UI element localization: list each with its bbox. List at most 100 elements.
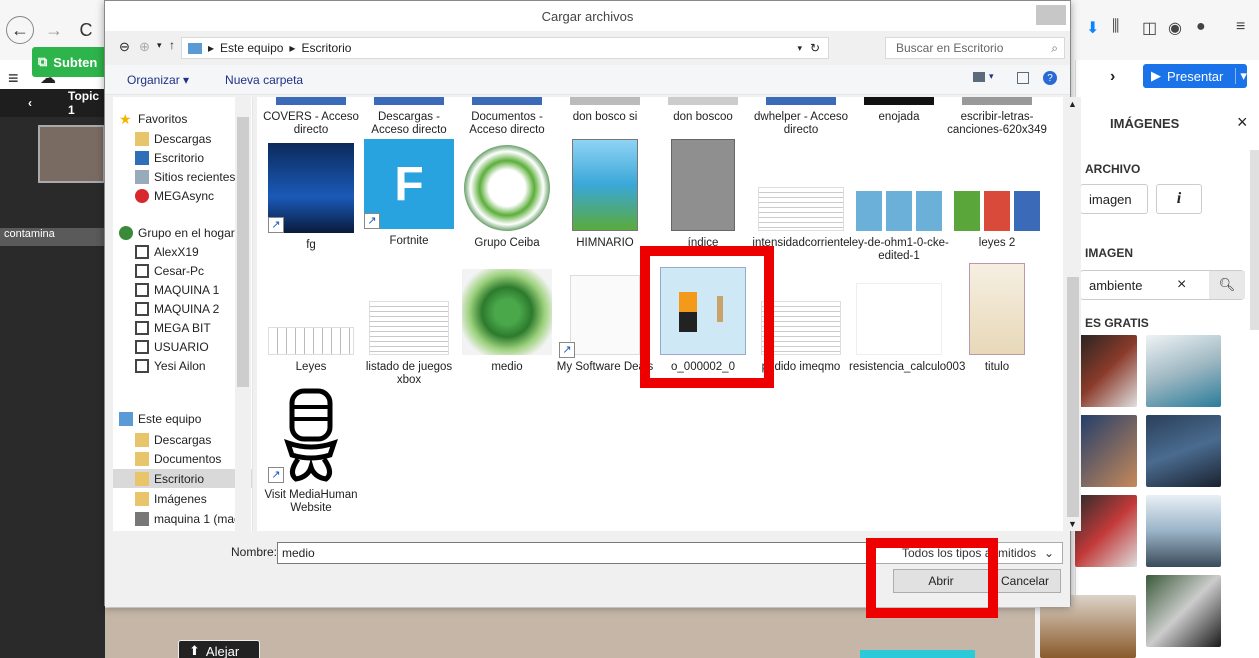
clear-icon[interactable]: × bbox=[1177, 276, 1186, 294]
breadcrumb-item[interactable]: Este equipo bbox=[220, 41, 283, 55]
nav-user[interactable]: USUARIO bbox=[135, 337, 209, 356]
file-item[interactable]: COVERS - Acceso directo bbox=[261, 97, 361, 137]
file-item[interactable]: leyes 2 bbox=[947, 139, 1047, 250]
chevron-right-icon[interactable]: › bbox=[1110, 68, 1115, 86]
file-item[interactable]: ley-de-ohm1-0-cke-edited-1 bbox=[849, 139, 949, 263]
nav-escritorio-selected[interactable]: Escritorio bbox=[113, 469, 252, 488]
chevron-down-icon[interactable]: ▾ bbox=[1235, 68, 1247, 84]
nav-grupo-hogar[interactable]: Grupo en el hogar bbox=[119, 223, 235, 242]
nav-maquina[interactable]: maquina 1 (mac bbox=[135, 509, 240, 528]
file-item[interactable]: ↗ fg bbox=[261, 139, 361, 252]
file-item[interactable]: titulo bbox=[947, 263, 1047, 374]
zoom-out-button[interactable]: ⬆ Alejar bbox=[178, 640, 260, 658]
topic-bar[interactable]: ‹ Topic 1 bbox=[0, 89, 105, 117]
image-thumb[interactable] bbox=[1146, 575, 1221, 647]
view-dropdown-icon[interactable]: ▾ bbox=[989, 71, 994, 82]
account-icon[interactable]: ◉ bbox=[1168, 18, 1182, 38]
scroll-down-icon[interactable]: ▼ bbox=[1068, 519, 1077, 529]
slide-thumbnail[interactable] bbox=[38, 125, 105, 183]
file-scrollbar[interactable]: ▲ ▼ bbox=[1065, 97, 1081, 531]
sidebar-icon[interactable]: ◫ bbox=[1142, 18, 1157, 38]
nav-descargas[interactable]: Descargas bbox=[135, 129, 211, 148]
back-icon[interactable]: ⊖ bbox=[119, 39, 130, 55]
cancel-button[interactable]: Cancelar bbox=[989, 569, 1061, 593]
nav-user[interactable]: MAQUINA 2 bbox=[135, 299, 219, 318]
file-item[interactable]: Leyes bbox=[261, 263, 361, 374]
image-thumb[interactable] bbox=[1075, 495, 1137, 567]
file-item[interactable]: don bosco si bbox=[555, 97, 655, 124]
nav-documentos[interactable]: Documentos bbox=[135, 449, 221, 468]
image-search-field[interactable]: ambiente × 🔍︎ bbox=[1080, 270, 1245, 300]
address-dropdown-icon[interactable]: ▾ bbox=[797, 43, 802, 54]
user-icon bbox=[135, 339, 149, 354]
new-folder-button[interactable]: Nueva carpeta bbox=[225, 73, 303, 87]
preview-pane-icon[interactable] bbox=[1017, 72, 1029, 84]
recent-dropdown-icon[interactable]: ▾ bbox=[157, 40, 162, 51]
image-thumb[interactable] bbox=[1075, 335, 1137, 407]
filename-input[interactable]: medio bbox=[277, 542, 867, 564]
nav-user[interactable]: Yesi Ailon bbox=[135, 356, 206, 375]
forward-button[interactable]: → bbox=[40, 16, 68, 44]
dialog-close-button[interactable] bbox=[1036, 5, 1066, 25]
image-thumb[interactable] bbox=[1075, 415, 1137, 487]
file-item[interactable]: don boscoo bbox=[653, 97, 753, 124]
help-icon[interactable]: ? bbox=[1043, 71, 1057, 85]
file-item[interactable]: enojada bbox=[849, 97, 949, 124]
library-icon[interactable]: ⫼ bbox=[1112, 18, 1119, 36]
breadcrumb-item[interactable]: Escritorio bbox=[301, 41, 351, 55]
file-item[interactable]: dwhelper - Acceso directo bbox=[751, 97, 851, 137]
image-thumb[interactable] bbox=[1146, 495, 1221, 567]
address-bar[interactable]: ▸ Este equipo ▸ Escritorio ▾ ↻ bbox=[181, 37, 829, 59]
organize-button[interactable]: Organizar ▾ bbox=[127, 73, 189, 87]
nav-imagenes[interactable]: Imágenes bbox=[135, 489, 207, 508]
dialog-titlebar[interactable]: Cargar archivos bbox=[105, 1, 1070, 31]
up-icon[interactable]: ↑ bbox=[169, 38, 175, 52]
image-thumb[interactable] bbox=[1146, 415, 1221, 487]
download-icon[interactable]: ⬇ bbox=[1086, 18, 1099, 38]
nav-este-equipo[interactable]: Este equipo bbox=[119, 409, 201, 428]
search-field[interactable]: Buscar en Escritorio ⌕ bbox=[885, 37, 1065, 59]
nav-scroll-thumb[interactable] bbox=[237, 117, 249, 387]
refresh-icon[interactable]: ↻ bbox=[810, 41, 820, 55]
menu-icon[interactable]: ≡ bbox=[1236, 18, 1245, 36]
nav-user[interactable]: MAQUINA 1 bbox=[135, 280, 219, 299]
info-icon[interactable]: i bbox=[1156, 184, 1202, 214]
nav-user[interactable]: AlexX19 bbox=[135, 242, 199, 261]
nav-escritorio[interactable]: Escritorio bbox=[135, 148, 204, 167]
file-item[interactable]: Descargas - Acceso directo bbox=[359, 97, 459, 137]
search-icon[interactable]: 🔍︎ bbox=[1209, 271, 1245, 299]
chevron-left-icon[interactable]: ‹ bbox=[28, 96, 32, 110]
subtitle-button[interactable]: ⧉ Subten bbox=[32, 47, 112, 77]
upload-image-button[interactable]: imagen bbox=[1080, 184, 1148, 214]
image-thumb[interactable] bbox=[1146, 335, 1221, 407]
file-item[interactable]: listado de juegos xbox bbox=[359, 263, 459, 387]
file-item[interactable]: ↗ Visit MediaHuman Website bbox=[261, 387, 361, 515]
view-options-icon[interactable] bbox=[973, 72, 985, 82]
nav-megasync[interactable]: MEGAsync bbox=[135, 186, 214, 205]
nav-favoritos[interactable]: ★ Favoritos bbox=[119, 109, 187, 128]
file-item[interactable]: Grupo Ceiba bbox=[457, 139, 557, 250]
nav-user[interactable]: Cesar-Pc bbox=[135, 261, 204, 280]
nav-scrollbar[interactable] bbox=[235, 97, 251, 531]
file-scroll-thumb[interactable] bbox=[1067, 277, 1079, 517]
file-item[interactable]: F ↗ Fortnite bbox=[359, 139, 459, 248]
close-icon[interactable]: × bbox=[1237, 112, 1248, 133]
extension-icon[interactable]: ● bbox=[1196, 18, 1206, 36]
nav-sitios[interactable]: Sitios recientes bbox=[135, 167, 235, 186]
file-item[interactable]: intensidadcorriente bbox=[751, 139, 851, 250]
scroll-up-icon[interactable]: ▲ bbox=[1068, 99, 1077, 109]
nav-descargas[interactable]: Descargas bbox=[135, 430, 211, 449]
hamburger-icon[interactable]: ≡ bbox=[8, 68, 19, 89]
reload-button[interactable]: C bbox=[72, 16, 100, 44]
back-button[interactable]: ← bbox=[6, 16, 34, 44]
present-button[interactable]: ▶ Presentar ▾ bbox=[1143, 64, 1247, 88]
file-item[interactable]: resistencia_calculo003 bbox=[849, 263, 965, 374]
file-item[interactable]: índice bbox=[653, 139, 753, 250]
nav-user[interactable]: MEGA BIT bbox=[135, 318, 211, 337]
file-item[interactable]: escribir-letras-canciones-620x349 bbox=[947, 97, 1047, 137]
forward-icon[interactable]: ⊕ bbox=[139, 39, 150, 55]
panel-scrollbar[interactable] bbox=[1250, 150, 1259, 330]
file-item[interactable]: Documentos - Acceso directo bbox=[457, 97, 557, 137]
file-item[interactable]: medio bbox=[457, 263, 557, 374]
file-item[interactable]: HIMNARIO bbox=[555, 139, 655, 250]
